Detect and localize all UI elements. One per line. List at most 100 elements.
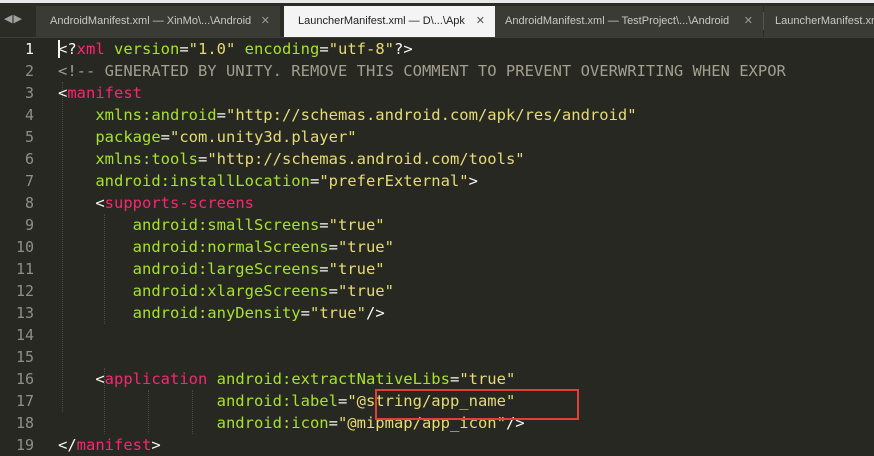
line-number: 5 xyxy=(24,128,34,146)
close-icon[interactable]: ✕ xyxy=(744,6,753,37)
xml-decl-open: <? xyxy=(58,40,77,58)
tag-name: supports-screens xyxy=(104,194,254,212)
attr-name: android:icon xyxy=(58,414,329,432)
line-number: 1 xyxy=(24,40,34,58)
attr-value: "utf-8" xyxy=(328,40,395,58)
code-line-4: xmlns:android="http://schemas.android.co… xyxy=(58,104,637,126)
line-number: 7 xyxy=(24,172,34,190)
attr-value: "preferExternal" xyxy=(319,172,469,190)
annotation-highlight-box xyxy=(375,389,579,420)
code-line-13: android:anyDensity="true"/> xyxy=(58,302,385,324)
xml-keyword: xml xyxy=(76,40,105,58)
attr-name: version xyxy=(104,40,180,58)
tag-bracket: > xyxy=(468,172,478,190)
line-number: 8 xyxy=(24,194,34,212)
equals: = xyxy=(319,216,329,234)
attr-value: "http://schemas.android.com/tools" xyxy=(207,150,525,168)
equals: = xyxy=(328,282,338,300)
comment: <!-- GENERATED BY UNITY. REMOVE THIS COM… xyxy=(58,62,786,80)
tag-bracket: </ xyxy=(58,436,77,453)
attr-value: "1.0" xyxy=(188,40,236,58)
attr-name: android:smallScreens xyxy=(58,216,320,234)
attr-name: xmlns:tools xyxy=(58,150,198,168)
tab-next-icon[interactable]: ▶ xyxy=(13,12,22,25)
code-line-12: android:xlargeScreens="true" xyxy=(58,280,394,302)
tab-launcher-manifest-apk[interactable]: LauncherManifest.xml — D\...\Apk ✕ xyxy=(284,6,495,37)
attr-value: "true" xyxy=(309,304,366,322)
tab-android-manifest-xinmo[interactable]: AndroidManifest.xml — XinMo\...\Android … xyxy=(36,6,280,37)
text-cursor xyxy=(58,40,60,58)
equals: = xyxy=(216,106,226,124)
code-line-10: android:normalScreens="true" xyxy=(58,236,394,258)
tab-bar: ◀▶ AndroidManifest.xml — XinMo\...\Andro… xyxy=(0,0,874,37)
tab-navigation[interactable]: ◀▶ xyxy=(4,12,30,26)
attr-name: android:largeScreens xyxy=(58,260,320,278)
close-icon[interactable]: ✕ xyxy=(261,6,270,37)
code-line-15: <application android:extractNativeLibs="… xyxy=(58,368,515,390)
line-number: 15 xyxy=(15,348,34,366)
equals: = xyxy=(328,238,338,256)
line-number: 14 xyxy=(15,326,34,344)
equals: = xyxy=(300,304,310,322)
tag-name: manifest xyxy=(76,436,152,453)
equals: = xyxy=(309,172,320,190)
code-line-18: </manifest> xyxy=(58,434,161,453)
tag-bracket: < xyxy=(58,194,105,212)
code-line-6: xmlns:tools="http://schemas.android.com/… xyxy=(58,148,525,170)
line-number: 17 xyxy=(15,392,34,410)
tag-bracket: > xyxy=(151,436,161,453)
tab-label: AndroidManifest.xml — XinMo\...\Android xyxy=(50,15,252,27)
code-line-2: <!-- GENERATED BY UNITY. REMOVE THIS COM… xyxy=(58,60,786,82)
attr-name: android:installLocation xyxy=(58,172,310,190)
code-line-9: android:smallScreens="true" xyxy=(58,214,385,236)
line-number-gutter[interactable]: 1 2 3 4 5 6 7 8 9 10 11 12 13 14 15 16 1… xyxy=(0,38,44,454)
line-number: 13 xyxy=(15,304,34,322)
equals: = xyxy=(328,414,338,432)
attr-value: "true" xyxy=(328,260,385,278)
attr-name: android:xlargeScreens xyxy=(58,282,329,300)
attr-value: "true" xyxy=(337,238,394,256)
tag-name: manifest xyxy=(67,84,142,102)
attr-value: "true" xyxy=(328,216,385,234)
attr-name: android:anyDensity xyxy=(58,304,301,322)
code-line-11: android:largeScreens="true" xyxy=(58,258,385,280)
attr-name: android:normalScreens xyxy=(58,238,329,256)
equals: = xyxy=(160,128,170,146)
line-number: 9 xyxy=(24,216,34,234)
code-line-1: <?xml version="1.0" encoding="utf-8"?> xyxy=(58,38,413,60)
attr-value: "true" xyxy=(459,370,516,388)
equals: = xyxy=(319,260,329,278)
tab-launcher-manifest[interactable]: LauncherManifest.xml xyxy=(764,6,874,37)
code-line-7: android:installLocation="preferExternal"… xyxy=(58,170,478,192)
equals: = xyxy=(179,40,189,58)
attr-name: android:label xyxy=(58,392,338,410)
close-icon[interactable]: ✕ xyxy=(476,6,485,37)
line-number: 3 xyxy=(24,84,34,102)
equals: = xyxy=(197,150,208,168)
line-number: 16 xyxy=(15,370,34,388)
code-line-5: package="com.unity3d.player" xyxy=(58,126,357,148)
window-top-strip xyxy=(0,0,874,3)
line-number: 11 xyxy=(15,260,34,278)
code-line-3: <manifest xyxy=(58,82,142,104)
tag-name: application xyxy=(104,370,208,388)
tab-label: AndroidManifest.xml — TestProject\...\An… xyxy=(505,15,730,27)
line-number: 4 xyxy=(24,106,34,124)
line-number: 2 xyxy=(24,62,34,80)
tab-android-manifest-testproject[interactable]: AndroidManifest.xml — TestProject\...\An… xyxy=(495,6,763,37)
attr-name: package xyxy=(58,128,161,146)
code-line-8: <supports-screens xyxy=(58,192,254,214)
tag-bracket: /> xyxy=(365,304,385,322)
tag-bracket: < xyxy=(58,370,105,388)
tab-label: LauncherManifest.xml — D\...\Apk xyxy=(298,15,465,27)
line-number: 10 xyxy=(15,238,34,256)
equals: = xyxy=(337,392,348,410)
line-number: 6 xyxy=(24,150,34,168)
attr-value: "http://schemas.android.com/apk/res/andr… xyxy=(225,106,637,124)
line-number: 12 xyxy=(15,282,34,300)
attr-value: "com.unity3d.player" xyxy=(170,128,357,146)
xml-decl-close: ?> xyxy=(394,40,413,58)
attr-name: android:extractNativeLibs xyxy=(207,370,450,388)
equals: = xyxy=(319,40,329,58)
attr-name: xmlns:android xyxy=(58,106,217,124)
